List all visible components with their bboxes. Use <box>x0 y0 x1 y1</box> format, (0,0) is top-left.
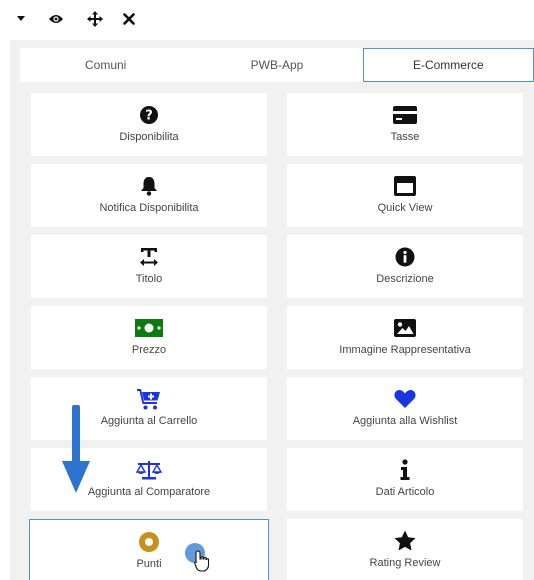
tab-bar: Comuni PWB-App E-Commerce <box>20 48 534 82</box>
widget-disponibilita[interactable]: ? Disponibilita <box>31 93 267 156</box>
caret-down-icon[interactable] <box>12 9 30 29</box>
star-icon <box>390 530 420 552</box>
widget-notifica-disponibilita[interactable]: Notifica Disponibilita <box>31 164 267 227</box>
widget-label: Titolo <box>135 273 163 285</box>
credit-card-icon <box>390 104 420 126</box>
eye-icon[interactable] <box>47 9 65 29</box>
widget-label: Descrizione <box>376 273 434 285</box>
widget-prezzo[interactable]: Prezzo <box>31 306 267 369</box>
widget-label: Tasse <box>390 131 420 143</box>
question-circle-icon: ? <box>134 104 164 126</box>
widget-label: Disponibilita <box>119 131 179 143</box>
widget-aggiunta-wishlist[interactable]: Aggiunta alla Wishlist <box>287 377 523 440</box>
tab-e-commerce[interactable]: E-Commerce <box>362 48 534 82</box>
svg-text:?: ? <box>145 109 153 124</box>
panel-toolbar <box>0 0 534 40</box>
widget-label: Aggiunta al Comparatore <box>87 486 211 498</box>
widget-label: Immagine Rappresentativa <box>339 344 471 356</box>
widget-punti[interactable]: Punti <box>29 519 269 580</box>
bell-icon <box>134 175 164 197</box>
coin-icon <box>134 531 164 553</box>
widget-label: Aggiunta al Carrello <box>100 415 198 427</box>
cart-plus-icon <box>134 388 164 410</box>
money-bill-icon <box>134 317 164 339</box>
widget-rating-review[interactable]: Rating Review <box>287 519 523 580</box>
heart-icon <box>390 388 420 410</box>
image-icon <box>390 317 420 339</box>
widget-immagine-rappresentativa[interactable]: Immagine Rappresentativa <box>287 306 523 369</box>
widget-label: Dati Articolo <box>375 486 435 498</box>
tab-comuni[interactable]: Comuni <box>20 48 191 82</box>
widget-label: Quick View <box>377 202 433 214</box>
widget-label: Aggiunta alla Wishlist <box>352 415 458 427</box>
widget-tasse[interactable]: Tasse <box>287 93 523 156</box>
info-icon <box>390 459 420 481</box>
widget-label: Rating Review <box>369 557 441 569</box>
widget-dati-articolo[interactable]: Dati Articolo <box>287 448 523 511</box>
widget-label: Notifica Disponibilita <box>99 202 199 214</box>
widget-label: Prezzo <box>131 344 167 356</box>
widget-label: Punti <box>136 558 162 570</box>
arrow-down-icon <box>62 405 90 493</box>
close-icon[interactable] <box>120 9 138 29</box>
widget-descrizione[interactable]: Descrizione <box>287 235 523 298</box>
window-icon <box>390 175 420 197</box>
balance-scale-icon <box>134 459 164 481</box>
hand-cursor-icon <box>194 550 210 572</box>
move-icon[interactable] <box>86 9 104 29</box>
tab-pwb-app[interactable]: PWB-App <box>191 48 362 82</box>
text-width-icon <box>134 246 164 268</box>
widget-titolo[interactable]: Titolo <box>31 235 267 298</box>
widget-quick-view[interactable]: Quick View <box>287 164 523 227</box>
info-circle-icon <box>390 246 420 268</box>
